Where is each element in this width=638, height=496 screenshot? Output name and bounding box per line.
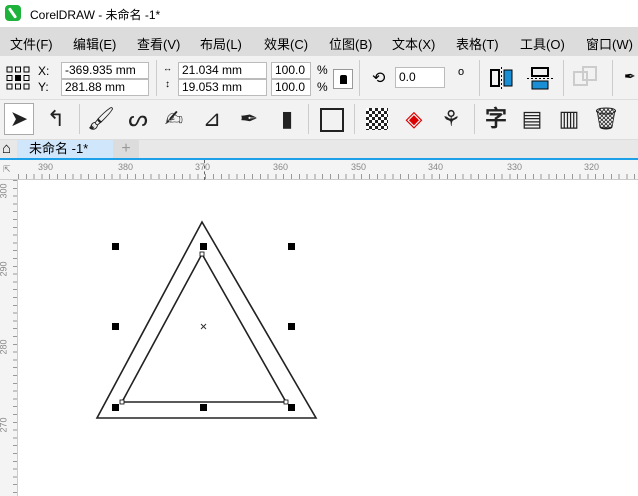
pen-tool-icon[interactable]: ✒ [235, 104, 263, 134]
menu-tools[interactable]: 工具(O) [520, 34, 565, 53]
x-position-input[interactable]: -369.935 mm [61, 62, 149, 79]
drawing-surface [95, 220, 318, 419]
menu-bar: 文件(F) 编辑(E) 查看(V) 布局(L) 效果(C) 位图(B) 文本(X… [0, 27, 638, 56]
new-tab-button[interactable]: + [113, 140, 139, 158]
ruler-tick-label: 350 [351, 162, 367, 172]
menu-layout[interactable]: 布局(L) [200, 34, 242, 53]
ruler-tick-label: 340 [428, 162, 444, 172]
ruler-tick-label: 300 [0, 183, 9, 199]
x-label: X: [38, 64, 50, 78]
separator [359, 60, 360, 96]
pen-nib-icon[interactable]: ✒ [624, 68, 636, 85]
ruler-tick-label: 380 [118, 162, 134, 172]
menu-effects[interactable]: 效果(C) [264, 34, 308, 53]
document-tab-bar: ⌂ 未命名 -1* + [0, 140, 638, 160]
tab-document[interactable]: 未命名 -1* [17, 140, 113, 158]
ruler-tick-label: 390 [38, 162, 54, 172]
eraser-icon[interactable]: ▮ [273, 104, 301, 134]
height-input[interactable]: 19.053 mm [178, 79, 267, 96]
dimension-tool-icon[interactable]: ⊿ [198, 104, 226, 134]
fill-tool-icon[interactable]: ◈ [400, 104, 428, 134]
ruler-origin-icon[interactable]: ⇱ [3, 164, 11, 175]
ruler-tick-label: 330 [507, 162, 523, 172]
ruler-tick-label: 370 [195, 162, 211, 172]
width-input[interactable]: 21.034 mm [178, 62, 267, 79]
menu-window[interactable]: 窗口(W) [586, 34, 633, 53]
toolbox: ➤ ↰ 🖌 ᔕ ✍ ⊿ ✒ ▮ ◈ ⚘ 字 ▤ ▥ 🗑 [0, 100, 638, 140]
inner-triangle[interactable] [120, 252, 288, 403]
separator [479, 60, 480, 96]
separator [156, 60, 157, 96]
title-bar: CorelDRAW - 未命名 -1* [0, 0, 638, 27]
smart-fill-icon[interactable]: ⚘ [437, 104, 465, 134]
height-icon: ↕ [165, 79, 170, 90]
drawing-canvas[interactable] [18, 180, 638, 496]
menu-bitmap[interactable]: 位图(B) [329, 34, 372, 53]
pick-tool-icon[interactable]: ➤ [4, 103, 34, 135]
copy-icon[interactable]: ▤ [518, 104, 546, 134]
lock-ratio-button[interactable] [333, 69, 353, 89]
transparency-icon[interactable] [366, 108, 388, 130]
ruler-cursor-marker [204, 160, 205, 180]
scale-x-input[interactable]: 100.0 [271, 62, 311, 79]
degree-label: o [458, 66, 465, 78]
ruler-tick-label: 270 [0, 417, 9, 433]
delete-icon[interactable]: 🗑 [592, 104, 620, 134]
percent-label: % [317, 63, 328, 77]
rotate-icon: ⟲ [372, 70, 386, 87]
rectangle-tool-icon[interactable] [320, 108, 344, 132]
scale-y-input[interactable]: 100.0 [271, 79, 311, 96]
text-tool-icon[interactable]: 字 [482, 104, 510, 134]
menu-text[interactable]: 文本(X) [392, 34, 435, 53]
ruler-tick-label: 290 [0, 261, 9, 277]
separator [563, 60, 564, 96]
menu-file[interactable]: 文件(F) [10, 34, 53, 53]
window-title: CorelDRAW - 未命名 -1* [30, 8, 161, 22]
menu-edit[interactable]: 编辑(E) [73, 34, 116, 53]
paste-icon[interactable]: ▥ [555, 104, 583, 134]
percent-label: % [317, 80, 328, 94]
menu-table[interactable]: 表格(T) [456, 34, 499, 53]
calligraphy-icon[interactable]: ✍ [160, 104, 188, 134]
width-icon: ↔ [163, 63, 172, 73]
separator [612, 60, 613, 96]
coreldraw-logo-icon [5, 5, 21, 21]
y-label: Y: [38, 80, 49, 94]
ruler-tick-label: 360 [273, 162, 289, 172]
horizontal-ruler[interactable]: ⇱ 390 380 370 360 350 340 330 320 [0, 160, 638, 180]
center-marker-icon [200, 323, 207, 330]
artistic-media-icon[interactable]: 🖌 [87, 104, 115, 134]
home-icon[interactable]: ⌂ [2, 140, 11, 157]
convert-icon [573, 66, 597, 86]
vertical-ruler[interactable]: 300 290 280 270 [0, 180, 18, 496]
separator [79, 104, 80, 134]
menu-view[interactable]: 查看(V) [137, 34, 180, 53]
separator [354, 104, 355, 134]
property-bar: X: Y: -369.935 mm 281.88 mm ↔ ↕ 21.034 m… [0, 56, 638, 100]
ruler-tick-label: 280 [0, 339, 9, 355]
reference-point-icon[interactable] [6, 66, 30, 90]
mirror-horizontal-icon[interactable] [490, 67, 514, 91]
mirror-vertical-icon[interactable] [527, 67, 553, 91]
ruler-ticks [13, 180, 17, 496]
shape-tool-icon[interactable]: ↰ [42, 104, 70, 134]
separator [474, 104, 475, 134]
separator [308, 104, 309, 134]
ruler-ticks [18, 174, 638, 179]
y-position-input[interactable]: 281.88 mm [61, 79, 149, 96]
freehand-curve-icon[interactable]: ᔕ [124, 104, 152, 134]
rotation-input[interactable]: 0.0 [395, 67, 445, 88]
lock-icon [340, 75, 347, 84]
ruler-tick-label: 320 [584, 162, 600, 172]
